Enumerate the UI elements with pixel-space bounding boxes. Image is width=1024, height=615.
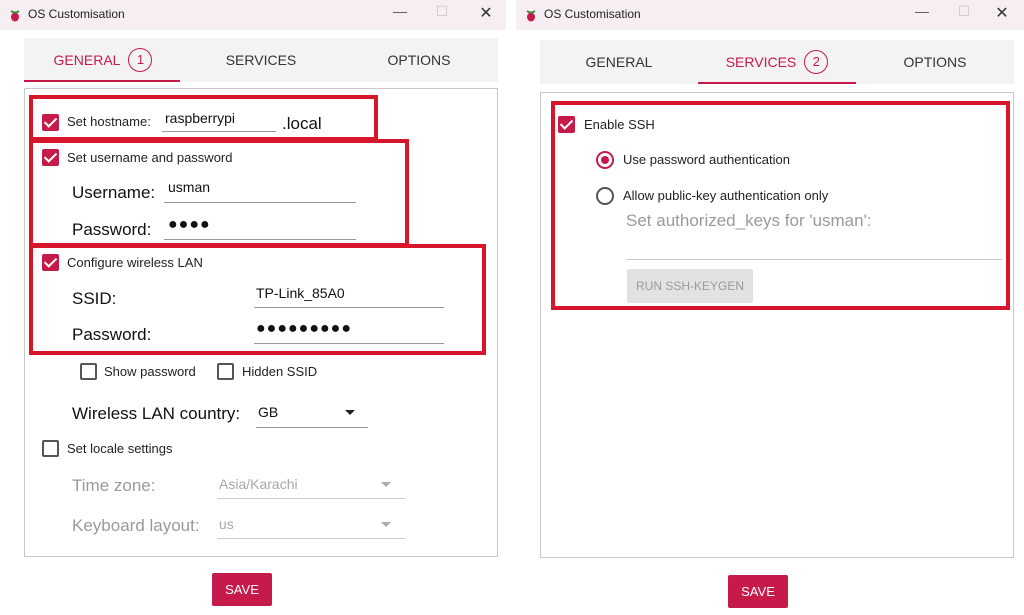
active-tab-indicator (24, 80, 180, 82)
os-customisation-window-services: OS Customisation — ☐ ✕ GENERAL SERVICES … (516, 0, 1024, 615)
hostname-label: Set hostname: (67, 114, 151, 129)
chevron-down-icon (381, 522, 391, 527)
save-button-label: SAVE (225, 582, 259, 597)
public-key-auth-radio[interactable] (596, 187, 614, 205)
hidden-ssid-label: Hidden SSID (242, 364, 318, 379)
authorized-keys-input[interactable] (626, 236, 1002, 260)
chevron-down-icon (345, 410, 355, 415)
password-label: Password: (72, 220, 152, 239)
hostname-suffix: .local (282, 114, 322, 133)
run-ssh-keygen-label: RUN SSH-KEYGEN (635, 279, 745, 293)
window-title: OS Customisation (544, 7, 641, 21)
wlan-country-value: GB (258, 404, 279, 420)
password-value: ●●●● (168, 216, 211, 233)
tab-bar: GENERAL 1 SERVICES OPTIONS (24, 38, 498, 82)
keyboard-layout-label: Keyboard layout: (72, 516, 200, 535)
tab-general-label: GENERAL (585, 54, 653, 70)
window-title: OS Customisation (28, 7, 125, 21)
password-auth-label: Use password authentication (623, 152, 790, 167)
username-value: usman (168, 179, 211, 195)
step-badge: 1 (128, 48, 153, 72)
tab-bar: GENERAL SERVICES 2 OPTIONS (540, 40, 1014, 84)
close-icon[interactable]: ✕ (992, 3, 1012, 23)
ssid-value: TP-Link_85A0 (256, 285, 345, 301)
hostname-value: raspberrypi (165, 110, 236, 126)
save-button[interactable]: SAVE (212, 573, 272, 606)
chevron-down-icon (381, 482, 391, 487)
keyboard-layout-value: us (219, 516, 234, 532)
step-badge: 2 (804, 50, 829, 74)
raspberry-pi-icon (10, 10, 20, 22)
enable-ssh-label: Enable SSH (584, 117, 655, 132)
enable-ssh-checkbox[interactable] (558, 116, 575, 133)
tab-options-label: OPTIONS (903, 54, 967, 70)
maximize-icon: ☐ (435, 3, 449, 19)
tab-general-label: GENERAL (53, 52, 121, 68)
tab-services-label: SERVICES (725, 54, 797, 70)
timezone-label: Time zone: (72, 476, 156, 495)
save-button[interactable]: SAVE (728, 575, 788, 608)
close-icon[interactable]: ✕ (476, 3, 496, 23)
hidden-ssid-checkbox[interactable] (217, 363, 234, 380)
public-key-auth-label: Allow public-key authentication only (623, 188, 829, 203)
hostname-checkbox[interactable] (42, 114, 59, 131)
title-bar: OS Customisation — ☐ ✕ (0, 0, 506, 30)
tab-general[interactable]: GENERAL 1 (24, 38, 182, 82)
active-tab-indicator (698, 82, 856, 84)
tab-general[interactable]: GENERAL (540, 40, 698, 84)
keyboard-layout-select[interactable] (217, 515, 405, 539)
tab-services[interactable]: SERVICES 2 (698, 40, 856, 84)
save-button-label: SAVE (741, 584, 775, 599)
wlan-country-label: Wireless LAN country: (72, 404, 241, 423)
show-password-checkbox[interactable] (80, 363, 97, 380)
title-bar: OS Customisation — ☐ ✕ (516, 0, 1024, 30)
authorized-keys-label: Set authorized_keys for 'usman': (626, 211, 872, 230)
tab-options[interactable]: OPTIONS (856, 40, 1014, 84)
show-password-label: Show password (104, 364, 196, 379)
wlan-password-value: ●●●●●●●●● (256, 320, 352, 337)
maximize-icon: ☐ (957, 3, 971, 19)
os-customisation-window-general: OS Customisation — ☐ ✕ GENERAL 1 SERVICE… (0, 0, 506, 615)
minimize-icon[interactable]: — (390, 3, 410, 19)
user-password-checkbox[interactable] (42, 149, 59, 166)
user-password-label: Set username and password (67, 150, 233, 165)
tab-services-label: SERVICES (225, 52, 297, 68)
ssid-label: SSID: (72, 289, 117, 308)
wlan-password-label: Password: (72, 325, 152, 344)
timezone-value: Asia/Karachi (219, 476, 298, 492)
raspberry-pi-icon (526, 10, 536, 22)
wireless-lan-checkbox[interactable] (42, 254, 59, 271)
locale-label: Set locale settings (67, 441, 173, 456)
tab-options-label: OPTIONS (387, 52, 451, 68)
username-label: Username: (72, 183, 156, 202)
tab-services[interactable]: SERVICES (182, 38, 340, 82)
run-ssh-keygen-button[interactable]: RUN SSH-KEYGEN (627, 269, 753, 303)
password-auth-radio[interactable] (596, 151, 614, 169)
minimize-icon[interactable]: — (912, 3, 932, 19)
tab-options[interactable]: OPTIONS (340, 38, 498, 82)
wireless-lan-label: Configure wireless LAN (67, 255, 203, 270)
locale-checkbox[interactable] (42, 440, 59, 457)
